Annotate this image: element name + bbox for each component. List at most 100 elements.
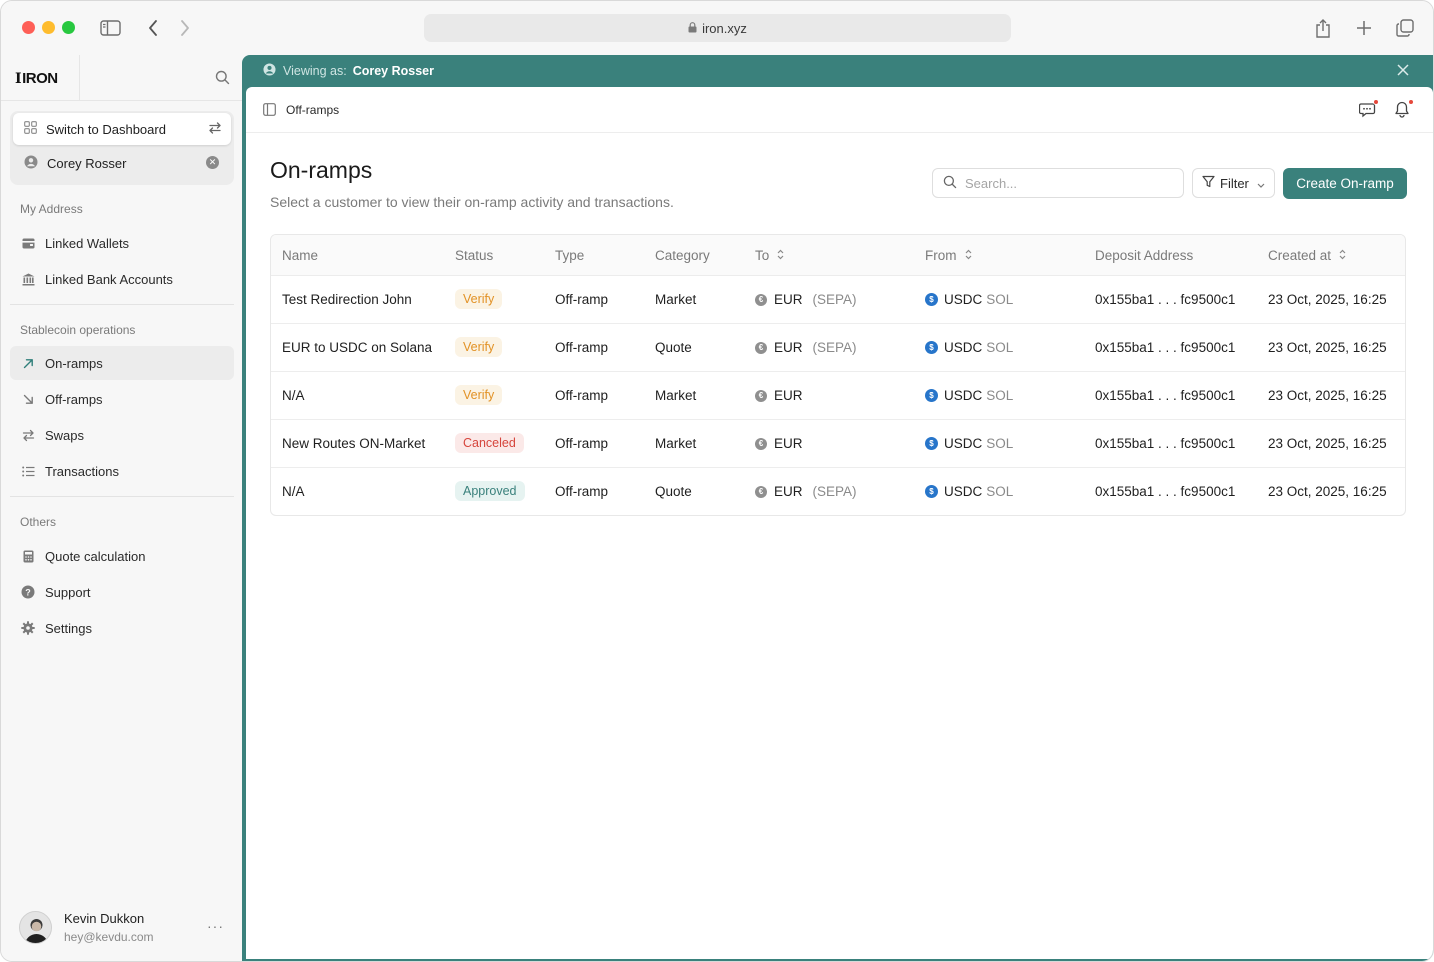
cell-to: € EUR	[755, 436, 803, 451]
profile-name: Kevin Dukkon	[64, 911, 145, 926]
cell-deposit-address: 0x155ba1 . . . fc9500c1	[1095, 388, 1236, 403]
table-row[interactable]: EUR to USDC on Solana Verify Off-ramp Qu…	[271, 324, 1405, 372]
section-label-stablecoin-operations: Stablecoin operations	[20, 323, 136, 337]
cell-created-at: 23 Oct, 2025, 16:25	[1268, 292, 1387, 307]
cell-deposit-address: 0x155ba1 . . . fc9500c1	[1095, 484, 1236, 499]
sidebar-item-linked-bank-accounts[interactable]: Linked Bank Accounts	[10, 262, 234, 296]
more-options-icon[interactable]: ···	[207, 918, 224, 934]
zoom-window-button[interactable]	[62, 21, 75, 34]
panel-toggle-icon[interactable]	[263, 103, 276, 119]
nav-label: Settings	[45, 620, 92, 636]
page-title: On-ramps	[270, 157, 373, 183]
back-icon[interactable]	[142, 17, 164, 39]
viewing-as-banner: Viewing as: Corey Rosser	[242, 55, 1433, 87]
from-currency: USDC	[944, 292, 983, 307]
sidebar-toggle-icon[interactable]	[99, 17, 121, 39]
nav-label: Support	[45, 584, 91, 600]
cell-name: New Routes ON-Market	[282, 436, 426, 451]
to-currency: EUR	[774, 292, 803, 307]
clear-user-icon[interactable]: ✕	[206, 156, 219, 169]
column-header-created-at[interactable]: Created at	[1268, 248, 1346, 263]
context-card: Switch to Dashboard Corey Rosser ✕	[10, 111, 234, 185]
status-badge: Canceled	[455, 433, 524, 453]
share-icon[interactable]	[1312, 17, 1334, 39]
table-row[interactable]: New Routes ON-Market Canceled Off-ramp M…	[271, 420, 1405, 468]
logo-text: IRON	[22, 70, 58, 87]
notification-dot	[1408, 99, 1414, 105]
sort-icon	[1339, 248, 1346, 263]
nav-label: Quote calculation	[45, 548, 146, 564]
table-row[interactable]: N/A Verify Off-ramp Market € EUR $ USDC SOL…	[271, 372, 1405, 420]
sidebar-item-settings[interactable]: Settings	[10, 611, 234, 645]
breadcrumb-current[interactable]: Off-ramps	[286, 103, 339, 117]
cell-category: Market	[655, 388, 697, 403]
minimize-window-button[interactable]	[42, 21, 55, 34]
cell-to: € EUR (SEPA)	[755, 484, 857, 499]
cell-to: € EUR (SEPA)	[755, 292, 857, 307]
to-rail: (SEPA)	[812, 340, 857, 355]
usdc-icon: $	[925, 293, 938, 306]
table-row[interactable]: N/A Approved Off-ramp Quote € EUR (SEPA) $…	[271, 468, 1405, 515]
sidebar-item-on-ramps[interactable]: On-ramps	[10, 346, 234, 380]
tab-overview-icon[interactable]	[1394, 17, 1416, 39]
nav-label: Swaps	[45, 427, 85, 443]
chevron-down-icon	[1257, 176, 1265, 191]
cell-type: Off-ramp	[555, 292, 609, 307]
from-chain: SOL	[986, 388, 1014, 403]
svg-text:?: ?	[25, 587, 31, 597]
table-header: Name Status Type Category To From Deposi…	[271, 235, 1405, 276]
sidebar-item-swaps[interactable]: Swaps	[10, 418, 234, 452]
cell-from: $ USDC SOL	[925, 388, 1013, 403]
column-header-to[interactable]: To	[755, 248, 784, 263]
bank-icon	[21, 272, 35, 286]
column-header-name: Name	[282, 248, 318, 263]
section-label-my-address: My Address	[20, 202, 83, 216]
close-window-button[interactable]	[22, 21, 35, 34]
usdc-icon: $	[925, 341, 938, 354]
user-profile[interactable]: Kevin Dukkon hey@kevdu.com ···	[19, 911, 233, 945]
calculator-icon	[21, 549, 35, 563]
sidebar-item-off-ramps[interactable]: Off-ramps	[10, 382, 234, 416]
create-on-ramp-button[interactable]: Create On-ramp	[1283, 168, 1407, 199]
column-header-from[interactable]: From	[925, 248, 972, 263]
eur-icon: €	[755, 293, 767, 306]
avatar	[19, 911, 52, 944]
nav-label: On-ramps	[45, 355, 103, 371]
address-bar[interactable]: iron.xyz	[424, 14, 1011, 42]
new-tab-icon[interactable]	[1353, 17, 1375, 39]
chat-icon[interactable]	[1358, 99, 1379, 119]
to-rail: (SEPA)	[812, 292, 857, 307]
cell-category: Quote	[655, 484, 692, 499]
bell-icon[interactable]	[1394, 99, 1414, 119]
search-box[interactable]	[932, 168, 1184, 198]
sidebar-item-linked-wallets[interactable]: Linked Wallets	[10, 226, 234, 260]
list-icon	[21, 464, 35, 478]
column-header-category: Category	[655, 248, 710, 263]
search-input[interactable]	[965, 175, 1165, 191]
table-row[interactable]: Test Redirection John Verify Off-ramp Ma…	[271, 276, 1405, 324]
from-chain: SOL	[986, 484, 1014, 499]
forward-icon[interactable]	[174, 17, 196, 39]
filter-icon	[1202, 175, 1215, 191]
sidebar-item-transactions[interactable]: Transactions	[10, 454, 234, 488]
wallet-icon	[21, 236, 35, 250]
search-icon[interactable]	[215, 70, 231, 86]
on-ramps-table: Name Status Type Category To From Deposi…	[270, 234, 1406, 516]
cell-name: Test Redirection John	[282, 292, 412, 307]
filter-button[interactable]: Filter	[1192, 168, 1275, 198]
profile-email: hey@kevdu.com	[64, 930, 154, 944]
switch-to-dashboard-button[interactable]: Switch to Dashboard	[13, 113, 231, 145]
status-badge: Verify	[455, 337, 503, 357]
column-header-status: Status	[455, 248, 493, 263]
search-icon	[943, 175, 957, 192]
close-icon[interactable]	[1397, 64, 1409, 79]
cell-created-at: 23 Oct, 2025, 16:25	[1268, 436, 1387, 451]
iron-logo[interactable]: IIRON	[15, 70, 58, 87]
sidebar-item-support[interactable]: ? Support	[10, 575, 234, 609]
iron-logo-mark: I	[15, 71, 22, 87]
cell-name: N/A	[282, 388, 305, 403]
nav-label: Off-ramps	[45, 391, 103, 407]
sidebar-item-quote-calculation[interactable]: Quote calculation	[10, 539, 234, 573]
cell-created-at: 23 Oct, 2025, 16:25	[1268, 388, 1387, 403]
viewing-user-name: Corey Rosser	[47, 156, 127, 171]
